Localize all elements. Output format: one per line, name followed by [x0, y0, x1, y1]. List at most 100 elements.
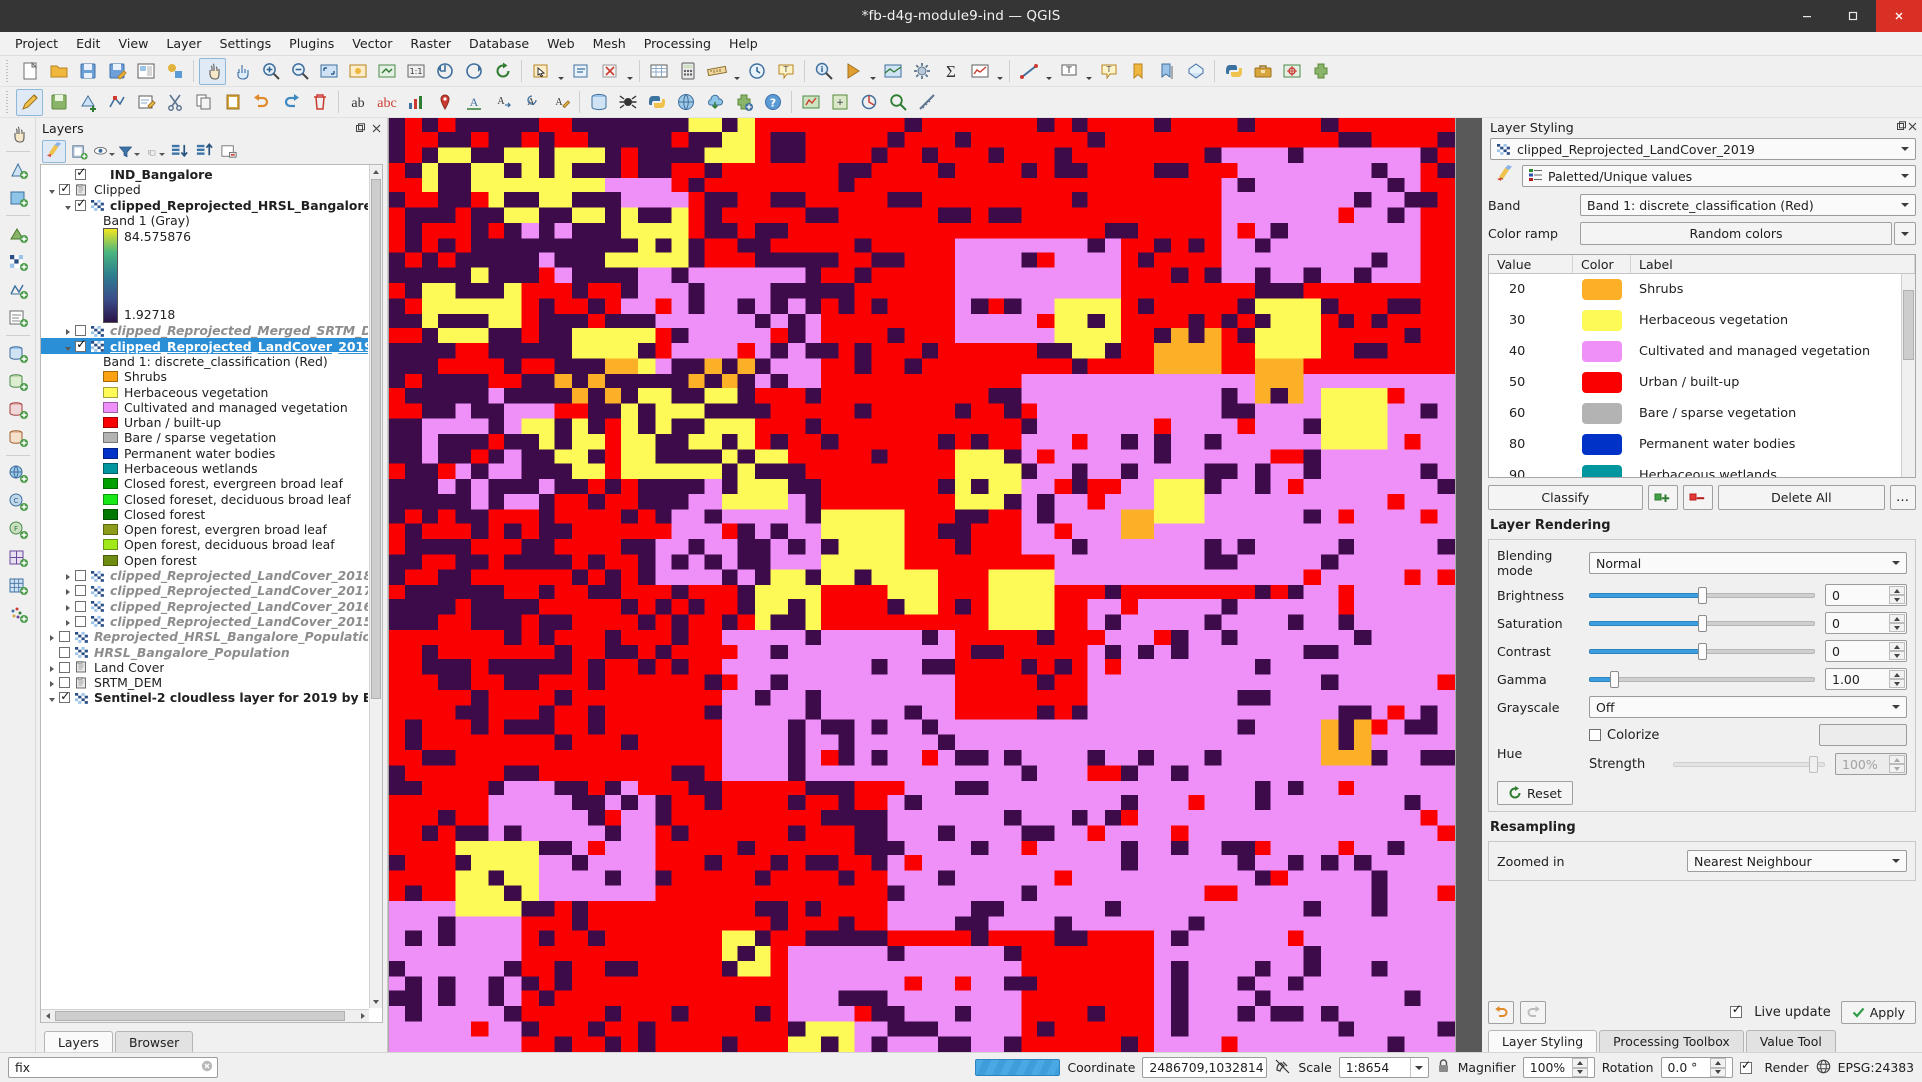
undo-icon[interactable]	[248, 89, 275, 116]
scale-combo[interactable]: 1:8654	[1338, 1057, 1429, 1078]
layer-tree-item-landcover-2015[interactable]: clipped_Reprojected_LandCover_2015	[41, 614, 368, 629]
layer-visibility-checkbox[interactable]	[59, 182, 70, 196]
add-xyz-layer-icon[interactable]	[3, 572, 33, 599]
chevron-down-icon[interactable]	[45, 182, 59, 197]
run-feature-action-icon[interactable]	[839, 58, 866, 85]
layer-tree-item-landcover-2019[interactable]: clipped_Reprojected_LandCover_2019	[41, 338, 368, 354]
label-toggle-icon[interactable]: abc	[373, 89, 400, 116]
toolbar-grip[interactable]	[5, 60, 12, 82]
menu-layer[interactable]: Layer	[157, 33, 210, 54]
layers-tree[interactable]: IND_BangaloreClippedclipped_Reprojected_…	[41, 165, 368, 1008]
stepper-up-icon[interactable]	[1889, 642, 1905, 651]
show-map-tips-icon[interactable]: T	[772, 58, 799, 85]
grayscale-combo[interactable]: Off	[1589, 696, 1907, 718]
redo-style-button[interactable]	[1520, 1000, 1546, 1024]
new-shapefile-icon[interactable]	[3, 156, 33, 183]
filter-legend-by-expression-icon[interactable]: ε	[142, 140, 166, 163]
live-update-checkbox[interactable]	[1730, 1003, 1743, 1018]
text-annotation-icon[interactable]: T	[1055, 58, 1082, 85]
modify-attributes-icon[interactable]	[132, 89, 159, 116]
chevron-down-icon[interactable]	[1888, 851, 1904, 871]
band-combo[interactable]: Band 1: discrete_classification (Red)	[1580, 194, 1916, 216]
styling-panel-float-button[interactable]	[1896, 120, 1907, 136]
text-annotation-icon-dropdown[interactable]	[1083, 58, 1094, 85]
save-layer-edits-icon[interactable]	[45, 89, 72, 116]
table-row[interactable]: 30 Herbaceous vegetation	[1489, 305, 1901, 336]
move-label-icon[interactable]: A	[518, 89, 545, 116]
filter-legend-icon[interactable]	[117, 140, 141, 163]
class-value[interactable]: 30	[1489, 313, 1573, 328]
select-value-icon[interactable]	[567, 58, 594, 85]
class-label[interactable]: Permanent water bodies	[1631, 437, 1901, 452]
layer-tree-item-srtm-dem-group[interactable]: SRTM_DEM	[41, 675, 368, 690]
show-summary-icon-dropdown[interactable]	[994, 58, 1005, 85]
class-value[interactable]: 50	[1489, 375, 1573, 390]
chevron-down-icon[interactable]	[61, 198, 75, 213]
chevron-down-icon[interactable]	[61, 339, 75, 354]
class-color-cell[interactable]	[1573, 279, 1631, 300]
layer-visibility-checkbox[interactable]	[59, 661, 70, 673]
renderer-type-combo[interactable]: Paletted/Unique values	[1522, 165, 1916, 187]
stepper-down-icon[interactable]	[1709, 1067, 1726, 1077]
brightness-slider[interactable]	[1589, 584, 1815, 606]
new-project-icon[interactable]	[16, 58, 43, 85]
save-project-as-icon[interactable]	[103, 58, 130, 85]
stepper-down-icon[interactable]	[1889, 595, 1905, 604]
deselect-icon[interactable]	[596, 58, 623, 85]
menu-plugins[interactable]: Plugins	[280, 33, 343, 54]
chevron-right-icon[interactable]	[61, 614, 75, 629]
menu-edit[interactable]: Edit	[67, 33, 109, 54]
add-oracle-layer-icon[interactable]	[3, 424, 33, 451]
options-icon[interactable]	[908, 58, 935, 85]
map-canvas[interactable]	[389, 118, 1455, 1052]
strength-slider[interactable]	[1673, 753, 1825, 775]
add-mssql-layer-icon[interactable]	[3, 396, 33, 423]
stepper-up-icon[interactable]	[1571, 1058, 1588, 1068]
strength-spinbox[interactable]: 100%	[1835, 753, 1907, 775]
class-value[interactable]: 90	[1489, 468, 1573, 477]
tab-layer-styling[interactable]: Layer Styling	[1488, 1030, 1598, 1052]
classes-table-body[interactable]: 20 Shrubs 30 Herbaceous vegetation 40 Cultiva…	[1489, 274, 1901, 477]
pan-map-icon[interactable]	[3, 120, 33, 147]
layer-tree-item-hrsl-pop[interactable]: clipped_Reprojected_HRSL_Bangalore_Popul…	[41, 197, 368, 213]
layer-tree-item-clipped-group[interactable]: Clipped	[41, 182, 368, 197]
add-raster-layer-icon[interactable]	[3, 248, 33, 275]
menu-help[interactable]: Help	[720, 33, 767, 54]
chevron-down-icon[interactable]	[1409, 1058, 1428, 1077]
chevron-down-icon[interactable]	[1897, 166, 1913, 186]
blending-mode-combo[interactable]: Normal	[1589, 552, 1907, 574]
chevron-right-icon[interactable]	[45, 660, 59, 675]
rotate-label-icon[interactable]: A	[547, 89, 574, 116]
stepper-up-icon[interactable]	[1889, 614, 1905, 623]
pin-labels-icon[interactable]: A	[460, 89, 487, 116]
styling-layer-combo[interactable]: clipped_Reprojected_LandCover_2019	[1490, 138, 1916, 160]
chevron-right-icon[interactable]	[61, 568, 75, 583]
map-tips-icon[interactable]: T	[1095, 58, 1122, 85]
open-attribute-table-icon[interactable]	[645, 58, 672, 85]
temporal-controller-icon[interactable]	[743, 58, 770, 85]
layer-tree-item-ind-bangalore[interactable]: IND_Bangalore	[41, 166, 368, 182]
contrast-spinbox[interactable]: 0	[1825, 640, 1907, 662]
table-row[interactable]: 90 Herbaceous wetlands	[1489, 460, 1901, 477]
statistics-icon[interactable]: Σ	[937, 58, 964, 85]
add-feature-icon[interactable]	[74, 89, 101, 116]
select-features-icon[interactable]	[527, 58, 554, 85]
layers-tree-vscrollbar[interactable]	[369, 165, 382, 1008]
python-icon[interactable]	[643, 89, 670, 116]
layer-tree-item-landcover-2016[interactable]: clipped_Reprojected_LandCover_2016	[41, 599, 368, 614]
bookmark-list-icon[interactable]	[1153, 58, 1180, 85]
remove-layer-icon[interactable]	[217, 140, 241, 163]
stepper-down-icon[interactable]	[1889, 651, 1905, 660]
add-point-cloud-layer-icon[interactable]	[3, 600, 33, 627]
toolbar-grip[interactable]	[5, 91, 12, 113]
zoom-out-icon[interactable]	[286, 58, 313, 85]
magnifier-spinbox[interactable]: 100%	[1522, 1057, 1595, 1078]
add-delimited-text-layer-icon[interactable]	[3, 304, 33, 331]
classes-table-scrollbar[interactable]	[1901, 274, 1915, 477]
color-ramp-button[interactable]: Random colors	[1580, 222, 1892, 245]
stepper-up-icon[interactable]	[1889, 670, 1905, 679]
column-header-label[interactable]: Label	[1631, 255, 1915, 273]
diagram-icon[interactable]	[402, 89, 429, 116]
table-row[interactable]: 50 Urban / built-up	[1489, 367, 1901, 398]
collapse-all-icon[interactable]	[192, 140, 216, 163]
